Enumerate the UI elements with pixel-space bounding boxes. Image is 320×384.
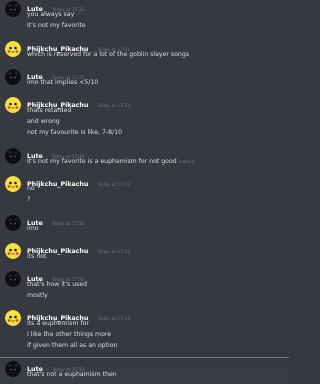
timestamp: Today at 17:32 <box>97 317 131 322</box>
message-text: not my favourite is like, 7-8/10 <box>27 129 123 136</box>
timestamp: Today at 17:32 <box>97 104 131 109</box>
timestamp: Today at 17:32 <box>97 183 131 188</box>
lute-avatar-icon[interactable] <box>5 1 21 17</box>
pikachu-avatar-icon[interactable] <box>5 243 21 259</box>
message-text: that's not a euphamism then <box>27 371 117 378</box>
pikachu-avatar-icon[interactable] <box>5 176 21 192</box>
message-text: that's how it's used <box>27 281 88 288</box>
message-text: its a euphemism for <box>27 320 89 327</box>
message-text: and wrong <box>27 118 60 125</box>
message-text: I like the other things more <box>27 331 112 338</box>
message-text: thats retarded <box>27 107 72 114</box>
lute-avatar-icon[interactable] <box>5 215 21 231</box>
message-text: you always say <box>27 11 75 18</box>
timestamp: Today at 17:32 <box>97 250 131 255</box>
message-text: imo <box>27 225 39 232</box>
message-text: imo that implies <5/10 <box>27 79 99 86</box>
message-text: it's not my favorite is a euphamism for … <box>27 158 195 166</box>
message-text: no <box>27 185 35 192</box>
message-header: Phijkchu_Pikachu Today at 17:32 <box>27 177 130 190</box>
message-text: mostly <box>27 292 48 299</box>
edited-label: (edited) <box>178 159 195 164</box>
lute-avatar-icon[interactable] <box>5 271 21 287</box>
message-body: it's not my favorite is a euphamism for … <box>27 158 177 165</box>
message-text: if given them all as an option <box>27 342 118 349</box>
chat-messages: Lute Today at 17:31 you always say it's … <box>0 0 289 384</box>
lute-avatar-icon[interactable] <box>5 148 21 164</box>
message-text: it's not my favorite <box>27 22 86 29</box>
pikachu-avatar-icon[interactable] <box>5 310 21 326</box>
lute-avatar-icon[interactable] <box>5 361 21 377</box>
message-text: ? <box>27 196 31 203</box>
pikachu-avatar-icon[interactable] <box>5 41 21 57</box>
message-text: which is reserved for a lot of the gobli… <box>27 51 189 58</box>
lute-avatar-icon[interactable] <box>5 69 21 85</box>
username[interactable]: Phijkchu_Pikachu <box>27 181 88 188</box>
timestamp: Today at 17:32 <box>51 222 85 227</box>
message-text: its not <box>27 253 47 260</box>
pikachu-avatar-icon[interactable] <box>5 97 21 113</box>
